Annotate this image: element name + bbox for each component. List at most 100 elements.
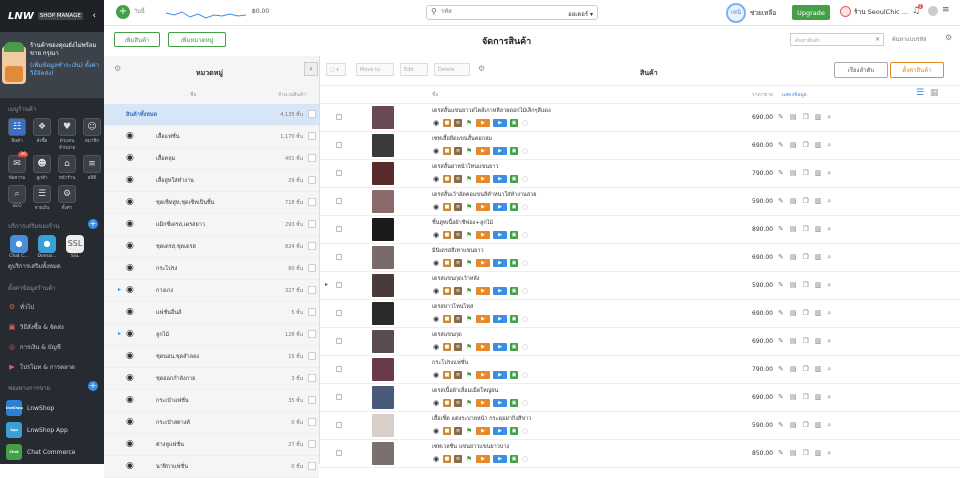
- category-row[interactable]: ◉ ชุดเดรส,ชุดเดรส 824 ชิ้น: [104, 236, 319, 258]
- photo-icon[interactable]: ▣: [510, 175, 518, 183]
- box-ship-icon[interactable]: ▤: [790, 113, 797, 122]
- product-checkbox[interactable]: [336, 114, 342, 120]
- tag2-icon[interactable]: ▶: [493, 287, 507, 295]
- photo-icon[interactable]: ▣: [510, 203, 518, 211]
- category-row[interactable]: ◉ ▸ ลูกไม้ 128 ชิ้น: [104, 324, 319, 346]
- clock-icon[interactable]: ○: [521, 259, 529, 267]
- menu-tile[interactable]: ✉ 36 ข้อความ: [6, 152, 28, 181]
- tag-icon[interactable]: ▶: [476, 147, 490, 155]
- category-checkbox[interactable]: [308, 286, 316, 294]
- edit-pencil-icon[interactable]: ✎: [778, 197, 784, 206]
- tag2-icon[interactable]: ▶: [493, 399, 507, 407]
- category-row[interactable]: ◉ กระโปรง 80 ชิ้น: [104, 258, 319, 280]
- copy-icon[interactable]: ❐: [803, 253, 809, 262]
- photo-icon[interactable]: ▣: [510, 399, 518, 407]
- clock-icon[interactable]: ○: [521, 343, 529, 351]
- flag-icon[interactable]: ⚑: [465, 399, 473, 407]
- tag2-icon[interactable]: ▶: [493, 119, 507, 127]
- clock-icon[interactable]: ○: [521, 203, 529, 211]
- product-name[interactable]: เดรสแขนกุดเว้าหลัง: [432, 275, 479, 283]
- category-row[interactable]: สินค้าทั้งหมด 4,135 ชิ้น: [104, 104, 319, 126]
- category-row[interactable]: ◉ เสื้อแฟชั่น 1,170 ชิ้น: [104, 126, 319, 148]
- photo-icon[interactable]: ▣: [510, 119, 518, 127]
- product-name[interactable]: เดรสสั้นแขนยาวสไตล์เกาหลีลายดอกไม้เล็กๆส…: [432, 107, 551, 115]
- trash-icon[interactable]: ▥: [815, 141, 822, 150]
- tag2-icon[interactable]: ▶: [493, 371, 507, 379]
- category-row[interactable]: ◉ กระเป๋าแฟชั่น 35 ชิ้น: [104, 390, 319, 412]
- flag-icon[interactable]: ⚑: [465, 203, 473, 211]
- flag-icon[interactable]: ⚑: [465, 427, 473, 435]
- category-checkbox[interactable]: [308, 242, 316, 250]
- edit-pencil-icon[interactable]: ✎: [778, 169, 784, 178]
- product-checkbox[interactable]: [336, 366, 342, 372]
- flag-icon[interactable]: ⚑: [465, 231, 473, 239]
- edit-pencil-icon[interactable]: ✎: [778, 141, 784, 150]
- magnify-icon[interactable]: ⌕: [827, 169, 831, 178]
- product-thumbnail[interactable]: [372, 358, 394, 381]
- trash-icon[interactable]: ▥: [815, 309, 822, 318]
- tag2-icon[interactable]: ▶: [493, 455, 507, 463]
- clock-icon[interactable]: ○: [521, 147, 529, 155]
- product-checkbox[interactable]: [336, 450, 342, 456]
- magnify-icon[interactable]: ⌕: [827, 337, 831, 346]
- select-all-dropdown[interactable]: ▢ ▾: [326, 63, 346, 76]
- eye-icon[interactable]: ◉: [432, 287, 440, 295]
- flag-icon[interactable]: ⚑: [465, 371, 473, 379]
- list-view-icon[interactable]: ☰: [916, 88, 924, 98]
- channel-item[interactable]: lnwShop LnwShop: [0, 397, 104, 419]
- category-checkbox[interactable]: [308, 220, 316, 228]
- category-checkbox[interactable]: [308, 132, 316, 140]
- show-info-link[interactable]: แสดงข้อมูล: [782, 91, 807, 99]
- product-filter-input[interactable]: ค้นหาสินค้า ×: [790, 33, 884, 46]
- magnify-icon[interactable]: ⌕: [827, 225, 831, 234]
- menu-tile[interactable]: ♥ ตัวแทนจำหน่าย: [56, 118, 78, 151]
- box-icon[interactable]: ■: [443, 399, 451, 407]
- add-category-button[interactable]: เพิ่มหมวดหมู่: [168, 32, 226, 47]
- magnify-icon[interactable]: ⌕: [827, 421, 831, 430]
- box-ship-icon[interactable]: ▤: [790, 337, 797, 346]
- bell-icon[interactable]: ♫ 4: [912, 4, 923, 16]
- box-icon[interactable]: ■: [443, 259, 451, 267]
- copy-icon[interactable]: ❐: [803, 141, 809, 150]
- visibility-eye-icon[interactable]: ◉: [126, 373, 134, 383]
- clock-icon[interactable]: ○: [521, 399, 529, 407]
- tag-icon[interactable]: ▶: [476, 119, 490, 127]
- product-checkbox[interactable]: [336, 282, 342, 288]
- barcode-icon[interactable]: ≡: [454, 343, 462, 351]
- eye-icon[interactable]: ◉: [432, 119, 440, 127]
- flag-icon[interactable]: ⚑: [465, 259, 473, 267]
- settings-menu-item[interactable]: ◎ การเงิน & บัญชี: [0, 337, 104, 357]
- photo-icon[interactable]: ▣: [510, 259, 518, 267]
- copy-icon[interactable]: ❐: [803, 281, 809, 290]
- product-row[interactable]: เดรสยาวโทนไหล่ ◉ ■ ≡ ⚑ ▶ ▶ ▣ ○ 690.00 ✎ ▤ ❐ ▥ ⌕: [320, 300, 960, 328]
- visibility-eye-icon[interactable]: ◉: [126, 439, 134, 449]
- magnify-icon[interactable]: ⌕: [827, 141, 831, 150]
- category-checkbox[interactable]: [308, 264, 316, 272]
- barcode-icon[interactable]: ≡: [454, 259, 462, 267]
- clock-icon[interactable]: ○: [521, 175, 529, 183]
- category-row[interactable]: ◉ ต่างหูแฟชั่น 27 ชิ้น: [104, 434, 319, 456]
- box-icon[interactable]: ■: [443, 371, 451, 379]
- eye-icon[interactable]: ◉: [432, 371, 440, 379]
- category-row[interactable]: ◉ นาฬิกาแฟชั่น 0 ชิ้น: [104, 456, 319, 478]
- category-checkbox[interactable]: [308, 110, 316, 118]
- product-name[interactable]: ชิ้นสูทเนื้อผ้าชีฟอง+ลูกไม้: [432, 219, 493, 227]
- visibility-eye-icon[interactable]: ◉: [126, 241, 134, 251]
- tag-icon[interactable]: ▶: [476, 287, 490, 295]
- product-checkbox[interactable]: [336, 142, 342, 148]
- tag-icon[interactable]: ▶: [476, 399, 490, 407]
- menu-tile[interactable]: ☺ สมาชิก: [81, 118, 103, 151]
- copy-icon[interactable]: ❐: [803, 337, 809, 346]
- move-to-button[interactable]: Move to: [356, 63, 394, 76]
- clock-icon[interactable]: ○: [521, 371, 529, 379]
- edit-button[interactable]: Edit: [400, 63, 428, 76]
- eye-icon[interactable]: ◉: [432, 147, 440, 155]
- quick-add-plus-icon[interactable]: +: [116, 5, 130, 19]
- trash-icon[interactable]: ▥: [815, 365, 822, 374]
- visibility-eye-icon[interactable]: ◉: [126, 197, 134, 207]
- product-thumbnail[interactable]: [372, 442, 394, 465]
- product-row[interactable]: ▸ เดรสแขนกุดเว้าหลัง ◉ ■ ≡ ⚑ ▶ ▶ ▣ ○ 590.00 ✎ ▤ ❐ ▥ ⌕: [320, 272, 960, 300]
- edit-pencil-icon[interactable]: ✎: [778, 281, 784, 290]
- product-row[interactable]: เดรสสั้นแขนยาวสไตล์เกาหลีลายดอกไม้เล็กๆส…: [320, 104, 960, 132]
- edit-pencil-icon[interactable]: ✎: [778, 337, 784, 346]
